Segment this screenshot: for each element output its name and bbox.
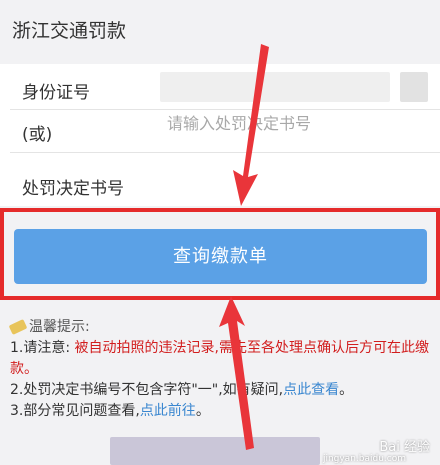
id-number-label: 身份证号 <box>22 83 90 103</box>
watermark: Bai 经验 <box>379 440 430 455</box>
decision-number-label: 处罚决定书号 <box>22 179 124 199</box>
view-link[interactable]: 点此查看 <box>283 382 339 398</box>
blurred-bottom-bar <box>110 437 320 465</box>
row-divider <box>10 152 440 153</box>
query-form: 身份证号 (或) 处罚决定书号 请输入处罚决定书号 <box>0 64 440 206</box>
pencil-icon <box>8 319 28 335</box>
tip-item-2: 2.处罚决定书编号不包含字符"一",如有疑问,点此查看。 <box>10 382 354 398</box>
watermark-url: jingyan.baidu.com <box>322 454 406 464</box>
tips-title: 温馨提示: <box>8 317 435 338</box>
id-number-input-end <box>400 72 428 102</box>
query-payment-button[interactable]: 查询缴款单 <box>14 229 427 284</box>
id-number-input[interactable] <box>160 72 390 102</box>
goto-link[interactable]: 点此前往 <box>140 403 196 419</box>
or-label: (或) <box>22 125 53 145</box>
page-title: 浙江交通罚款 <box>12 20 127 42</box>
button-highlight-frame: 查询缴款单 <box>0 208 440 300</box>
page-header: 浙江交通罚款 <box>0 0 440 56</box>
tip-item-3: 3.部分常见问题查看,点此前往。 <box>10 403 210 419</box>
tips-section: 温馨提示: 1.请注意: 被自动拍照的违法记录,需先至各处理点确认后方可在此缴款… <box>8 317 435 422</box>
tip-item-1: 1.请注意: 被自动拍照的违法记录,需先至各处理点确认后方可在此缴款。 <box>10 340 429 377</box>
decision-number-input[interactable]: 请输入处罚决定书号 <box>167 110 311 134</box>
